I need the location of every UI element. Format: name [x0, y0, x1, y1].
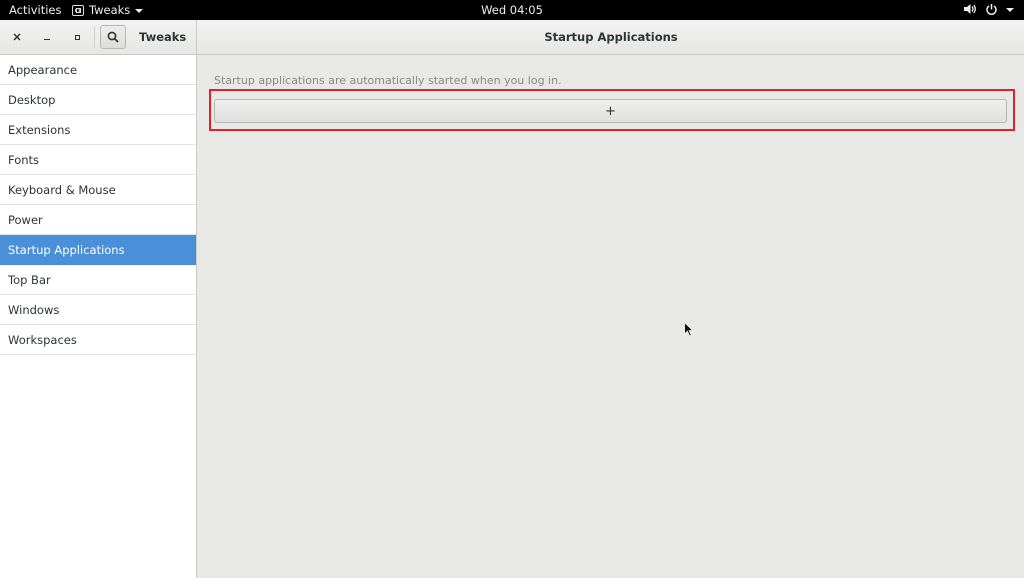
close-button[interactable]	[9, 29, 25, 45]
search-icon	[107, 31, 119, 43]
minimize-button[interactable]	[39, 29, 55, 45]
app-menu-dropdown-icon	[135, 8, 144, 13]
sidebar-item-startup-applications[interactable]: Startup Applications	[0, 235, 196, 265]
system-menu-dropdown-icon	[1006, 7, 1014, 12]
header-separator	[94, 26, 95, 48]
header-bar: Tweaks Startup Applications	[0, 20, 1024, 55]
sidebar-item-appearance[interactable]: Appearance	[0, 55, 196, 85]
sidebar-item-windows[interactable]: Windows	[0, 295, 196, 325]
maximize-icon	[74, 34, 80, 40]
sidebar-item-desktop[interactable]: Desktop	[0, 85, 196, 115]
sidebar-item-workspaces[interactable]: Workspaces	[0, 325, 196, 355]
sidebar-item-top-bar[interactable]: Top Bar	[0, 265, 196, 295]
clock-container: Wed 04:05	[0, 3, 1024, 17]
sidebar-item-power[interactable]: Power	[0, 205, 196, 235]
close-icon	[13, 33, 21, 41]
sidebar: Appearance Desktop Extensions Fonts Keyb…	[0, 55, 197, 578]
maximize-button[interactable]	[69, 29, 85, 45]
mouse-cursor-icon	[684, 322, 694, 337]
sidebar-item-extensions[interactable]: Extensions	[0, 115, 196, 145]
add-startup-application-button[interactable]: +	[214, 99, 1007, 123]
status-area[interactable]	[963, 2, 1014, 16]
gnome-top-bar: Activities Tweaks Wed 04:05	[0, 0, 1024, 20]
speaker-icon	[964, 4, 976, 14]
app-menu[interactable]: Tweaks	[72, 3, 144, 17]
clock[interactable]: Wed 04:05	[481, 3, 543, 17]
startup-description: Startup applications are automatically s…	[214, 74, 562, 87]
sidebar-title: Tweaks	[139, 30, 187, 44]
search-button[interactable]	[100, 25, 126, 49]
main-content: Startup applications are automatically s…	[198, 55, 1024, 578]
minimize-icon	[44, 38, 50, 41]
tweaks-app-icon	[72, 4, 84, 16]
sidebar-item-fonts[interactable]: Fonts	[0, 145, 196, 175]
add-button-label: +	[605, 103, 616, 119]
app-menu-label: Tweaks	[89, 3, 131, 17]
power-icon	[986, 3, 997, 15]
sidebar-item-keyboard-mouse[interactable]: Keyboard & Mouse	[0, 175, 196, 205]
header-bar-left: Tweaks	[0, 20, 197, 54]
activities-button[interactable]: Activities	[9, 3, 61, 17]
page-title: Startup Applications	[544, 30, 678, 44]
